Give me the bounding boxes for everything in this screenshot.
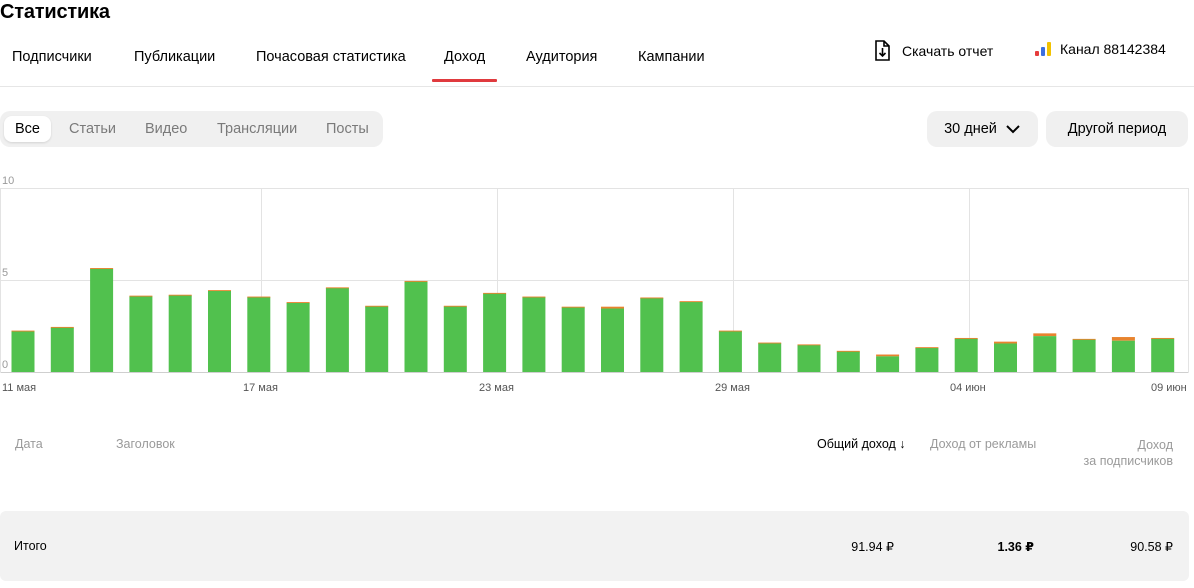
bar-ads [876,354,900,357]
income-chart-svg: 10 5 0 11 мая 17 мая 23 мая 29 мая 04 июн 09 июн [0,175,1189,394]
bar-subscribers [954,338,978,372]
bar-subscribers [483,293,507,372]
bar-subscribers [994,343,1017,372]
other-period-button[interactable]: Другой период [1046,111,1188,147]
bar-ads [994,341,1017,344]
bar-subscribers [325,288,349,372]
filter-articles[interactable]: Статьи [58,116,127,142]
x-tick-label: 11 мая [2,382,36,394]
col-total-income-header[interactable]: Общий доход ↓ [817,437,906,451]
tab-publications[interactable]: Публикации [134,49,215,65]
y-tick-label: 5 [2,267,8,279]
col-date-header[interactable]: Дата [15,437,43,451]
bar-subscribers [561,307,585,372]
bar-subscribers [11,331,35,372]
chevron-down-icon [1006,125,1020,134]
x-tick-label: 29 мая [715,382,750,394]
tab-campaigns[interactable]: Кампании [638,49,705,65]
bar-subscribers [50,327,74,372]
x-tick-label: 09 июн [1151,382,1187,394]
income-chart: 10 5 0 11 мая 17 мая 23 мая 29 мая 04 июн 09 июн [0,170,1194,400]
ads-income-value: 1.36 ₽ [997,540,1035,554]
subs-income-value: 90.58 ₽ [1130,540,1173,554]
bar-subscribers [443,306,467,372]
download-file-icon [875,40,890,61]
y-tick-label: 10 [2,175,14,187]
content-type-filter: Все Статьи Видео Трансляции Посты [0,111,383,147]
tab-income[interactable]: Доход [431,49,498,82]
col-subs-income-header-line2: за подписчиков [1083,454,1173,468]
bar-subscribers [247,297,271,372]
filter-video[interactable]: Видео [134,116,198,142]
bar-subscribers [758,343,782,372]
bar-subscribers [208,291,231,372]
channel-selector[interactable]: Канал 88142384 [1035,38,1166,60]
col-subs-income-header-line1: Доход [1137,438,1174,452]
main-tabs: Подписчики Публикации Почасовая статисти… [0,40,1194,87]
bar-subscribers [1151,338,1175,372]
bar-subscribers [601,308,624,372]
bar-subscribers [1111,340,1135,372]
period-label: 30 дней [944,121,997,137]
x-tick-label: 17 мая [243,382,278,394]
bar-subscribers [404,281,428,372]
bar-ads [1111,337,1135,341]
channel-label: Канал 88142384 [1060,41,1166,57]
bar-subscribers [876,356,900,372]
bar-subscribers [640,298,664,372]
x-tick-label: 04 июн [950,382,986,394]
bar-subscribers [836,351,860,372]
period-select[interactable]: 30 дней [927,111,1038,147]
bar-ads [1033,333,1057,337]
bar-subscribers [718,331,742,372]
bar-subscribers [365,306,389,372]
col-ads-income-header[interactable]: Доход от рекламы [930,437,1036,451]
bar-subscribers [679,302,703,372]
bar-subscribers [90,268,114,372]
bar-subscribers [1072,339,1096,372]
filter-streams[interactable]: Трансляции [206,116,308,142]
total-row: Итого 91.94 ₽ 1.36 ₽ 90.58 ₽ [0,511,1189,581]
page-title: Статистика [0,1,110,23]
bar-subscribers [1033,336,1057,372]
bar-ads [601,306,624,309]
tab-subscribers[interactable]: Подписчики [12,49,92,65]
total-income-value: 91.94 ₽ [851,540,894,554]
bar-subscribers [168,295,192,372]
tab-hourly-stats[interactable]: Почасовая статистика [256,49,406,65]
filter-posts[interactable]: Посты [315,116,380,142]
bar-logo-icon [1035,42,1051,56]
bar-subscribers [286,303,310,372]
bar-subscribers [915,348,939,372]
col-subs-income-header[interactable]: Доход за подписчиков [1084,437,1173,469]
bar-subscribers [522,297,546,372]
col-title-header[interactable]: Заголовок [116,437,175,451]
bar-subscribers [797,345,821,372]
download-report-label: Скачать отчет [902,43,994,59]
filter-all[interactable]: Все [4,116,51,142]
bar-subscribers [129,296,153,372]
tab-audience[interactable]: Аудитория [526,49,597,65]
x-tick-label: 23 мая [479,382,514,394]
y-tick-label: 0 [2,359,8,371]
total-row-label: Итого [14,539,47,553]
download-report-button[interactable]: Скачать отчет [873,40,993,62]
